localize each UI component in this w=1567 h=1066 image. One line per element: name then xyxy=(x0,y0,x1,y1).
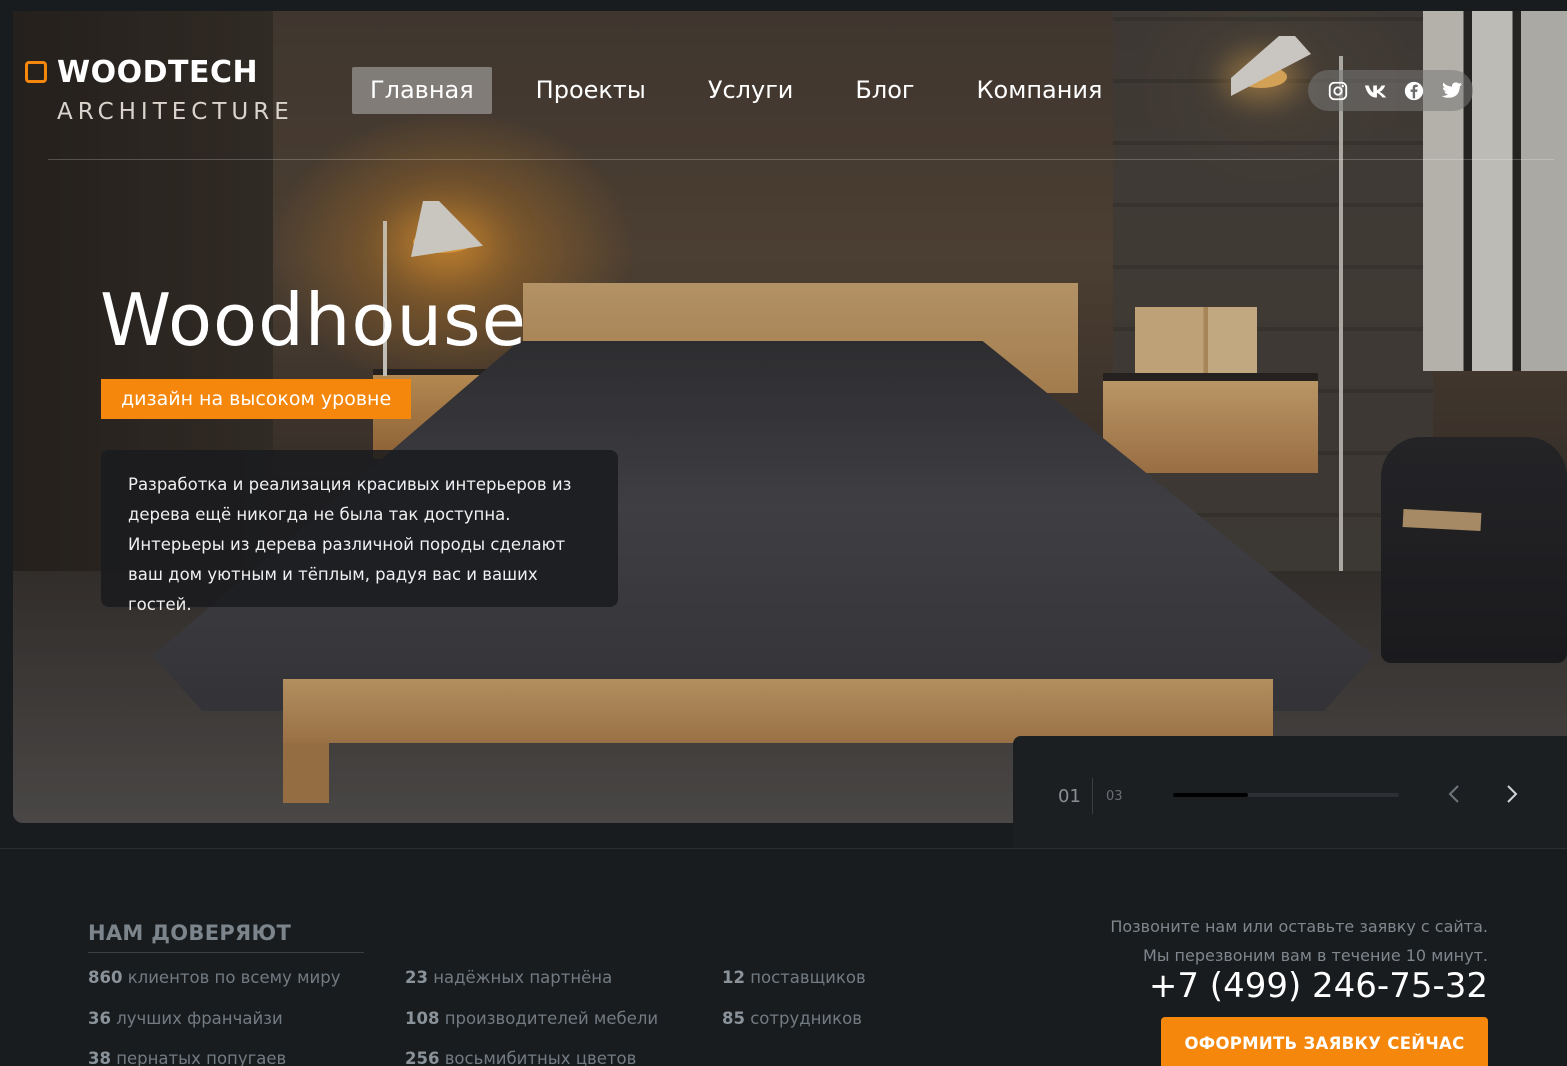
nav-item-blog[interactable]: Блог xyxy=(837,67,932,114)
stat-label: производителей мебели xyxy=(439,1009,659,1028)
logo-subtitle: ARCHITECTURE xyxy=(57,99,294,125)
nav-item-projects[interactable]: Проекты xyxy=(518,67,664,114)
logo-subtitle-text: ARCHITECTURE xyxy=(57,99,294,125)
main-nav: Главная Проекты Услуги Блог Компания xyxy=(352,67,1146,114)
stat-label: восьмибитных цветов xyxy=(439,1049,637,1066)
contact-text-line1: Позвоните нам или оставьте заявку с сайт… xyxy=(1110,917,1488,936)
stat-label: пернатых попугаев xyxy=(110,1049,287,1066)
stat-item: 108 производителей мебели xyxy=(405,1009,658,1028)
stat-label: клиентов по всему миру xyxy=(122,968,341,987)
slider-controls: 01 03 xyxy=(1013,736,1567,849)
logo-mark-icon xyxy=(25,61,47,83)
contact-text-line2: Мы перезвоним вам в течение 10 минут. xyxy=(1143,946,1488,965)
order-now-button[interactable]: ОФОРМИТЬ ЗАЯВКУ СЕЙЧАС xyxy=(1161,1017,1488,1066)
stat-item: 12 поставщиков xyxy=(722,968,866,987)
slide-current: 01 xyxy=(1058,786,1081,807)
stat-number: 23 xyxy=(405,968,428,987)
stat-number: 12 xyxy=(722,968,745,987)
stat-label: надёжных партнёна xyxy=(427,968,613,987)
logo-title: WOODTECH xyxy=(57,55,259,90)
vk-icon[interactable] xyxy=(1364,79,1388,103)
nav-item-home[interactable]: Главная xyxy=(352,67,492,114)
stat-item: 23 надёжных партнёна xyxy=(405,968,612,987)
header-divider xyxy=(48,159,1554,160)
stat-item: 38 пернатых попугаев xyxy=(88,1049,286,1066)
stat-item: 256 восьмибитных цветов xyxy=(405,1049,636,1066)
stat-number: 256 xyxy=(405,1049,440,1066)
stat-number: 860 xyxy=(88,968,123,987)
stat-label: лучших франчайзи xyxy=(110,1009,283,1028)
slide-separator xyxy=(1092,778,1093,814)
stat-label: поставщиков xyxy=(744,968,866,987)
chevron-left-icon[interactable] xyxy=(1442,782,1466,806)
trust-underline xyxy=(88,952,364,953)
facebook-icon[interactable] xyxy=(1402,79,1426,103)
stat-number: 85 xyxy=(722,1009,745,1028)
stat-number: 108 xyxy=(405,1009,440,1028)
instagram-icon[interactable] xyxy=(1326,79,1350,103)
stat-item: 36 лучших франчайзи xyxy=(88,1009,283,1028)
nav-item-company[interactable]: Компания xyxy=(959,67,1121,114)
slide-progress-fill xyxy=(1173,793,1248,797)
stat-label: сотрудников xyxy=(744,1009,862,1028)
phone-number[interactable]: +7 (499) 246-75-32 xyxy=(1149,966,1488,1006)
section-divider xyxy=(0,848,1567,849)
stat-item: 860 клиентов по всему миру xyxy=(88,968,341,987)
slide-total: 03 xyxy=(1106,789,1123,804)
slide-progress-track xyxy=(1173,793,1399,797)
nav-item-services[interactable]: Услуги xyxy=(690,67,812,114)
trust-title: НАМ ДОВЕРЯЮТ xyxy=(88,921,292,945)
chevron-right-icon[interactable] xyxy=(1500,782,1524,806)
social-links xyxy=(1308,70,1473,111)
hero-tagline: дизайн на высоком уровне xyxy=(101,379,412,419)
stat-number: 36 xyxy=(88,1009,111,1028)
stat-item: 85 сотрудников xyxy=(722,1009,862,1028)
hero-title: Woodhouse xyxy=(100,278,527,362)
twitter-icon[interactable] xyxy=(1440,79,1464,103)
stat-number: 38 xyxy=(88,1049,111,1066)
hero-description: Разработка и реализация красивых интерье… xyxy=(101,450,618,614)
